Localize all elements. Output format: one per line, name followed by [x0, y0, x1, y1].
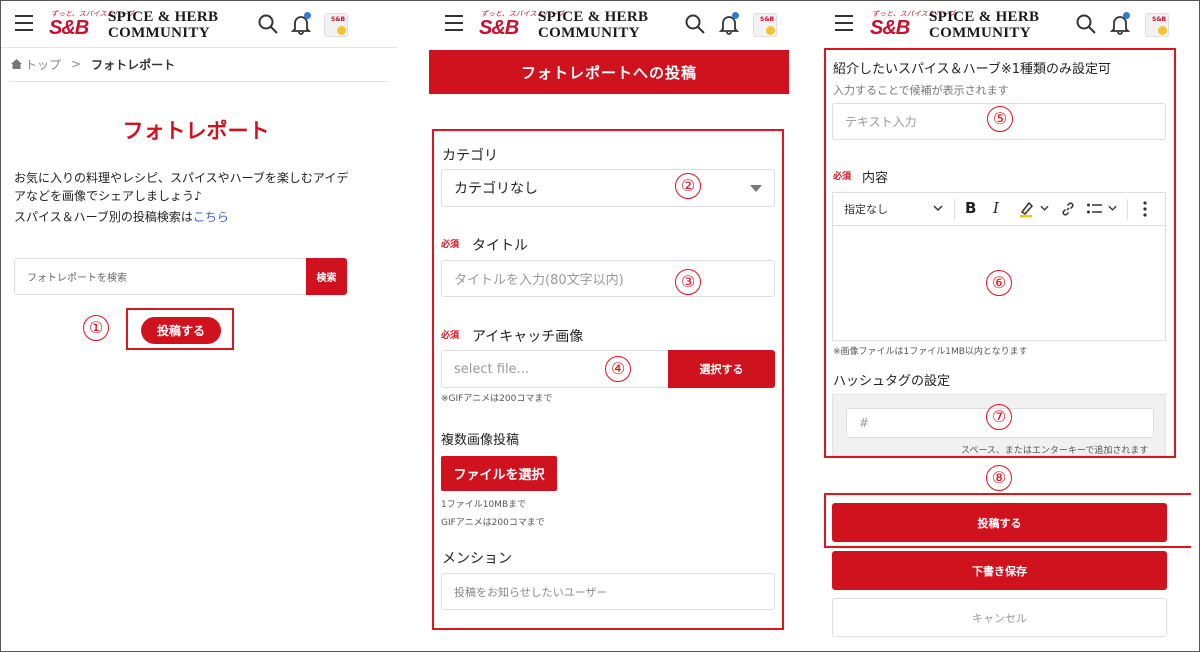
search-icon[interactable] [684, 13, 706, 35]
title-input[interactable]: タイトルを入力(80文字以内) [441, 260, 775, 297]
site-logo[interactable]: ずっと、スパイス＆ハーブ S&B SPICE & HERB COMMUNITY [479, 9, 649, 41]
eyecatch-select-button[interactable]: 選択する [668, 350, 775, 388]
editor-toolbar: 指定なし B I [832, 192, 1166, 225]
breadcrumb-divider [9, 81, 389, 82]
photo-report-search-input[interactable]: フォトレポートを検索 [14, 258, 307, 295]
more-options-icon[interactable] [1143, 201, 1147, 217]
annotation-marker-2: ② [675, 173, 701, 199]
required-badge: 必須 [833, 172, 852, 182]
chevron-down-icon[interactable] [933, 205, 943, 212]
avatar[interactable]: S&B [324, 13, 348, 37]
toolbar-style-select[interactable]: 指定なし [844, 201, 888, 217]
home-icon [11, 59, 22, 69]
multi-note-gif: GIFアニメは200コマまで [441, 518, 545, 528]
description-line3: スパイス＆ハーブ別の投稿検索はこちら [14, 208, 229, 225]
bold-button[interactable]: B [965, 199, 976, 217]
site-header: ずっと、スパイス＆ハーブ S&B SPICE & HERB COMMUNITY … [821, 1, 1191, 47]
hamburger-icon[interactable] [835, 15, 853, 31]
hamburger-icon[interactable] [445, 15, 463, 31]
highlight-icon[interactable] [1018, 200, 1036, 218]
avatar[interactable]: S&B [753, 13, 777, 37]
chevron-down-icon [750, 185, 762, 192]
submit-post-button[interactable]: 投稿する [832, 503, 1167, 542]
logo-line2: COMMUNITY [108, 25, 210, 41]
bell-icon[interactable] [1109, 12, 1131, 35]
category-select[interactable]: カテゴリなし [441, 169, 775, 207]
logo-mark: S&B [49, 17, 89, 39]
spice-label: 紹介したいスパイス＆ハーブ※1種類のみ設定可 [833, 62, 1111, 77]
multi-image-label: 複数画像投稿 [441, 433, 520, 448]
breadcrumb-home[interactable]: トップ [25, 56, 61, 73]
title-label: タイトル [472, 238, 528, 254]
post-form-panel-2: ずっと、スパイス＆ハーブ S&B SPICE & HERB COMMUNITY … [821, 1, 1191, 651]
annotation-marker-7: ⑦ [986, 404, 1012, 430]
hashtag-hint: スペース、またはエンターキーで追加されます [961, 446, 1149, 456]
breadcrumb-current: フォトレポート [91, 57, 176, 72]
search-button[interactable]: 検索 [306, 258, 347, 295]
category-select-value: カテゴリなし [454, 181, 538, 197]
annotation-marker-5: ⑤ [987, 106, 1013, 132]
italic-button[interactable]: I [993, 199, 999, 217]
site-logo[interactable]: ずっと、スパイス＆ハーブ S&B SPICE & HERB COMMUNITY [870, 9, 1040, 41]
annotation-marker-4: ④ [605, 356, 631, 382]
search-icon[interactable] [257, 13, 279, 35]
bell-icon[interactable] [718, 12, 740, 35]
breadcrumb-separator: > [71, 57, 82, 71]
required-badge: 必須 [441, 331, 460, 341]
annotation-marker-1: ① [83, 315, 109, 341]
save-draft-button[interactable]: 下書き保存 [832, 551, 1167, 590]
description-line2: アなどを画像でシェアしましょう♪ [14, 189, 202, 203]
annotation-marker-6: ⑥ [986, 270, 1012, 296]
toolbar-separator [1127, 199, 1128, 219]
chevron-down-icon[interactable] [1040, 205, 1049, 212]
notification-dot [1123, 12, 1130, 19]
search-icon[interactable] [1075, 13, 1097, 35]
logo-line1: SPICE & HERB [108, 9, 219, 25]
required-badge: 必須 [441, 240, 460, 250]
photo-report-list-panel: ずっと、スパイス＆ハーブ S&B SPICE & HERB COMMUNITY … [1, 1, 397, 651]
content-label: 内容 [862, 171, 889, 186]
site-header: ずっと、スパイス＆ハーブ S&B SPICE & HERB COMMUNITY … [1, 1, 397, 47]
chevron-down-icon[interactable] [1108, 205, 1117, 212]
mention-input[interactable]: 投稿をお知らせしたいユーザー [441, 573, 775, 610]
eyecatch-file-input[interactable]: select file... [441, 350, 669, 388]
avatar[interactable]: S&B [1145, 13, 1169, 37]
logo-line1: SPICE & HERB [929, 9, 1040, 25]
logo-line2: COMMUNITY [538, 25, 640, 41]
bell-icon[interactable] [290, 12, 312, 35]
description-line1: お気に入りの料理やレシピ、スパイスやハーブを楽しむアイデ [14, 171, 349, 185]
post-form-panel-1: ずっと、スパイス＆ハーブ S&B SPICE & HERB COMMUNITY … [429, 1, 790, 651]
logo-line1: SPICE & HERB [538, 9, 649, 25]
site-header: ずっと、スパイス＆ハーブ S&B SPICE & HERB COMMUNITY … [429, 1, 790, 47]
link-icon[interactable] [1060, 201, 1076, 217]
logo-mark: S&B [479, 17, 519, 39]
notification-dot [732, 12, 739, 19]
annotation-marker-8: ⑧ [986, 465, 1012, 491]
logo-line2: COMMUNITY [929, 25, 1031, 41]
bullet-list-icon[interactable] [1086, 201, 1103, 217]
hashtag-label: ハッシュタグの設定 [833, 374, 951, 389]
cancel-button[interactable]: キャンセル [832, 598, 1167, 637]
header-divider [1, 47, 397, 48]
description-line3-text: スパイス＆ハーブ別の投稿検索は [14, 210, 193, 224]
post-button[interactable]: 投稿する [141, 317, 221, 344]
gif-note: ※GIFアニメは200コマまで [441, 394, 553, 404]
annotation-marker-3: ③ [675, 269, 701, 295]
image-size-note: ※画像ファイルは1ファイル1MB以内となります [833, 347, 1028, 357]
multi-file-button[interactable]: ファイルを選択 [441, 456, 557, 491]
spice-hint: 入力することで候補が表示されます [833, 84, 1009, 97]
hamburger-icon[interactable] [15, 15, 33, 31]
notification-dot [304, 12, 311, 19]
site-logo[interactable]: ずっと、スパイス＆ハーブ S&B SPICE & HERB COMMUNITY [49, 9, 219, 41]
page-title: フォトレポート [122, 119, 270, 143]
breadcrumb: トップ > フォトレポート [10, 56, 175, 72]
toolbar-separator [954, 199, 955, 219]
form-banner: フォトレポートへの投稿 [429, 50, 789, 94]
multi-note-size: 1ファイル10MBまで [441, 500, 527, 510]
spice-search-link[interactable]: こちら [193, 210, 229, 224]
category-label: カテゴリ [442, 148, 498, 164]
mention-label: メンション [442, 551, 512, 567]
eyecatch-label: アイキャッチ画像 [472, 329, 584, 345]
logo-mark: S&B [870, 17, 910, 39]
